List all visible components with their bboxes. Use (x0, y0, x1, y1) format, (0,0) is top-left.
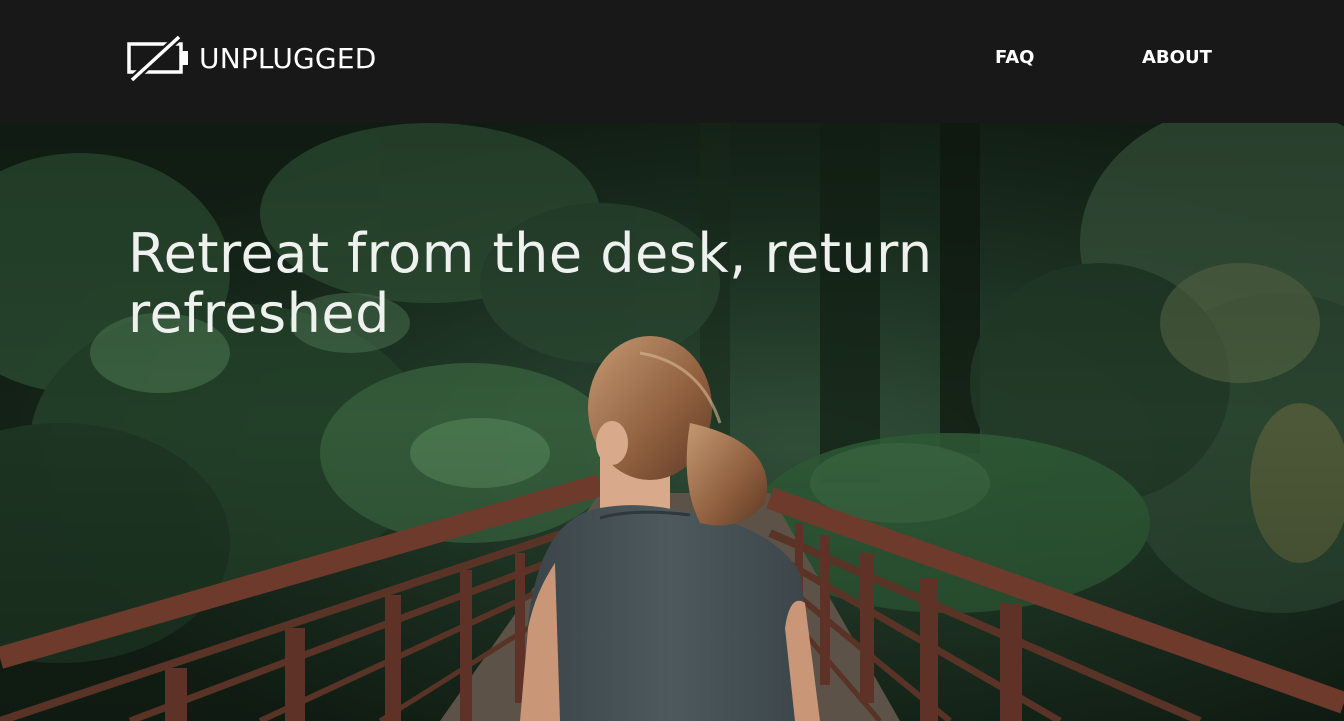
top-navbar: UNPLUGGED FAQ ABOUT (0, 0, 1344, 123)
nav-link-faq[interactable]: FAQ (995, 47, 1034, 69)
brand-logo-link[interactable]: UNPLUGGED (127, 34, 376, 84)
hero-headline: Retreat from the desk, return refreshed (128, 222, 933, 345)
nav-link-about[interactable]: ABOUT (1142, 47, 1212, 69)
battery-crossed-icon (127, 34, 188, 83)
hero-section: Retreat from the desk, return refreshed (0, 123, 1344, 721)
brand-name: UNPLUGGED (199, 42, 377, 75)
woman-on-forest-bridge-photo (0, 123, 1344, 721)
